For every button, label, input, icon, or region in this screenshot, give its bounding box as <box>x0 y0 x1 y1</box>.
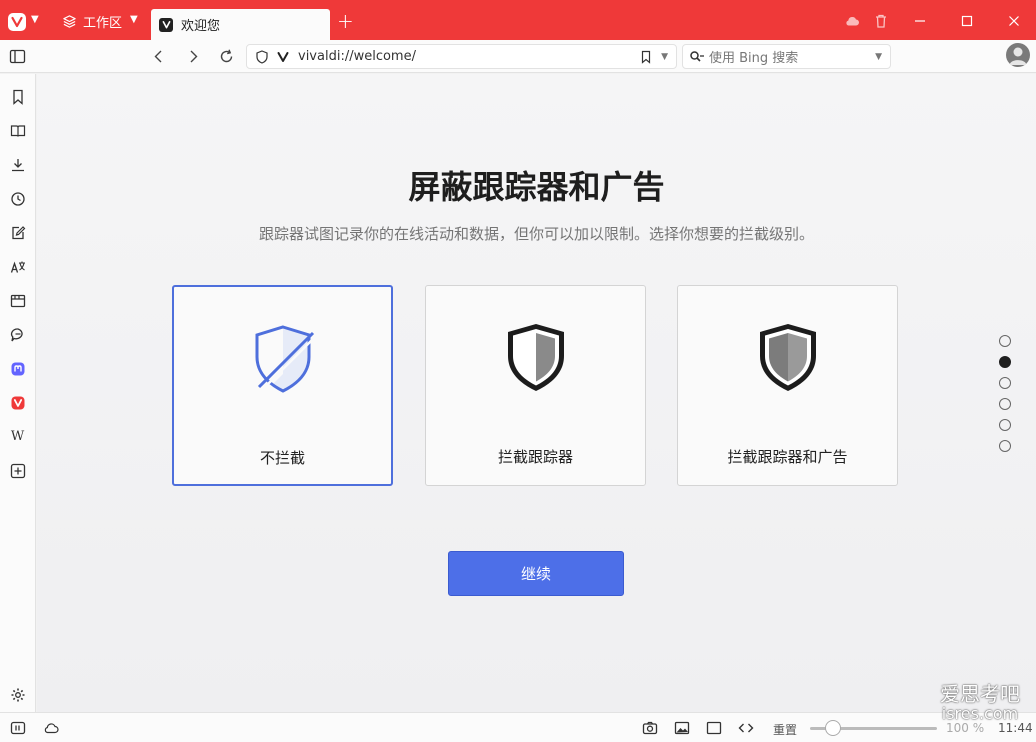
sync-status-cloud-icon[interactable] <box>43 720 59 736</box>
forward-arrow-icon[interactable] <box>185 48 202 65</box>
search-field[interactable]: 使用 Bing 搜索 ▼ <box>682 44 891 69</box>
step-dot-4[interactable] <box>999 398 1011 410</box>
trash-icon[interactable] <box>873 13 889 33</box>
vivaldi-menu-icon[interactable] <box>8 13 26 31</box>
search-placeholder: 使用 Bing 搜索 <box>709 51 799 66</box>
panel-toggle-icon[interactable] <box>10 720 26 736</box>
search-dropdown-chevron-icon[interactable]: ▼ <box>875 52 882 62</box>
mastodon-icon[interactable] <box>9 360 26 377</box>
shield-icon[interactable] <box>255 49 269 64</box>
notes-edit-icon[interactable] <box>9 224 26 241</box>
shield-half-icon <box>507 324 564 391</box>
capture-camera-icon[interactable] <box>642 720 658 736</box>
status-bar: 重置 100 % 11:44 <box>0 712 1036 742</box>
watermark: 爱思考吧 isres.com <box>940 684 1020 724</box>
page-tiling-icon[interactable] <box>706 720 722 736</box>
sync-cloud-icon[interactable] <box>844 13 860 33</box>
workspace-button[interactable]: 工作区 <box>62 12 122 31</box>
bookmarks-panel-icon[interactable] <box>9 88 26 105</box>
reading-list-icon[interactable] <box>9 122 26 139</box>
wikipedia-icon[interactable]: W <box>9 428 26 445</box>
vivaldi-community-icon[interactable] <box>9 394 26 411</box>
side-panel: W <box>0 74 36 712</box>
settings-gear-icon[interactable] <box>9 686 26 703</box>
tab-welcome[interactable]: 欢迎您 <box>151 9 330 40</box>
page-subtitle: 跟踪器试图记录你的在线活动和数据，但你可以加以限制。选择你想要的拦截级别。 <box>258 225 814 243</box>
zoom-slider-handle[interactable] <box>825 720 841 736</box>
option-label: 不拦截 <box>259 449 305 467</box>
back-arrow-icon[interactable] <box>150 48 167 65</box>
menu-chevron-down-icon[interactable]: ▼ <box>31 14 39 25</box>
minimize-window-icon[interactable] <box>912 13 928 33</box>
maximize-window-icon[interactable] <box>959 13 975 33</box>
workspace-label: 工作区 <box>83 16 123 31</box>
step-dot-6[interactable] <box>999 440 1011 452</box>
step-dot-1[interactable] <box>999 335 1011 347</box>
shield-full-icon <box>759 324 816 391</box>
watermark-line2: isres.com <box>941 704 1019 723</box>
add-web-panel-icon[interactable] <box>9 462 26 479</box>
downloads-icon[interactable] <box>9 156 26 173</box>
window-panel-icon[interactable] <box>9 292 26 309</box>
address-bar: vivaldi://welcome/ ▼ 使用 Bing 搜索 ▼ <box>0 40 1036 73</box>
search-engine-icon <box>690 50 704 62</box>
translate-icon[interactable] <box>9 258 26 275</box>
option-block-trackers[interactable]: 拦截跟踪器 <box>425 285 646 486</box>
vivaldi-site-icon <box>277 51 289 62</box>
option-label: 拦截跟踪器和广告 <box>727 448 848 466</box>
step-dot-5[interactable] <box>999 419 1011 431</box>
url-dropdown-chevron-icon[interactable]: ▼ <box>661 52 668 62</box>
option-no-blocking[interactable]: 不拦截 <box>172 285 393 486</box>
new-tab-button[interactable]: + <box>337 11 354 31</box>
continue-button[interactable]: 继续 <box>448 551 624 596</box>
toggle-panel-icon[interactable] <box>9 48 26 65</box>
history-clock-icon[interactable] <box>9 190 26 207</box>
developer-code-icon[interactable] <box>738 720 754 736</box>
bookmark-icon[interactable] <box>639 50 653 64</box>
images-toggle-icon[interactable] <box>674 720 690 736</box>
shield-off-icon <box>255 325 315 393</box>
close-window-icon[interactable] <box>1006 13 1022 33</box>
step-dot-3[interactable] <box>999 377 1011 389</box>
vivaldi-favicon-icon <box>159 17 173 32</box>
tab-bar: ▼ 工作区 ▼ 欢迎您 + <box>0 0 1036 40</box>
url-field[interactable]: vivaldi://welcome/ ▼ <box>246 44 677 69</box>
reload-icon[interactable] <box>218 48 235 65</box>
step-dot-2[interactable] <box>999 356 1011 368</box>
watermark-line1: 爱思考吧 <box>940 682 1020 706</box>
profile-avatar[interactable] <box>1006 43 1030 67</box>
option-block-trackers-and-ads[interactable]: 拦截跟踪器和广告 <box>677 285 898 486</box>
zoom-reset-button[interactable]: 重置 <box>773 721 797 738</box>
chat-bubble-icon[interactable] <box>9 326 26 343</box>
workspace-chevron-down-icon[interactable]: ▼ <box>130 14 138 25</box>
page-title: 屏蔽跟踪器和广告 <box>408 168 665 206</box>
option-label: 拦截跟踪器 <box>497 448 573 466</box>
url-text[interactable]: vivaldi://welcome/ <box>298 49 639 64</box>
tab-title: 欢迎您 <box>181 19 221 34</box>
layers-icon <box>63 15 76 28</box>
welcome-page: 屏蔽跟踪器和广告 跟踪器试图记录你的在线活动和数据，但你可以加以限制。选择你想要… <box>37 74 1036 712</box>
